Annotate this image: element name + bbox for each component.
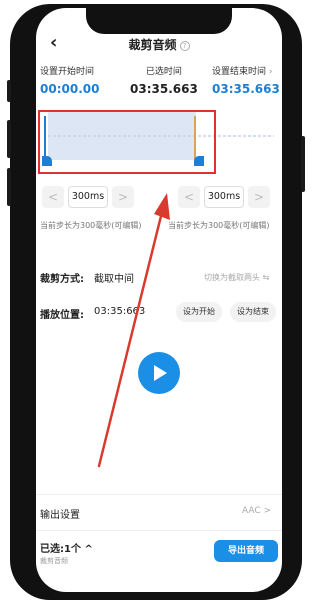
phone-notch (86, 8, 232, 34)
annotation-arrow (97, 193, 170, 468)
